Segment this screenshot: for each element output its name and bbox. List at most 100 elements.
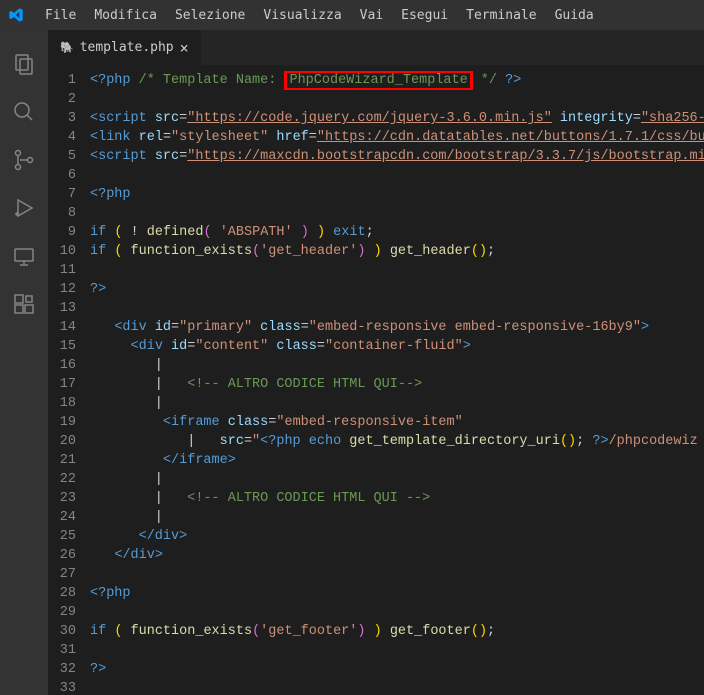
line-content[interactable]: <script src="https://maxcdn.bootstrapcdn… xyxy=(90,147,704,166)
code-line[interactable]: 28<?php xyxy=(48,584,704,603)
code-line[interactable]: 17 | <!-- ALTRO CODICE HTML QUI--> xyxy=(48,375,704,394)
line-content[interactable]: <link rel="stylesheet" href="https://cdn… xyxy=(90,128,704,147)
line-content[interactable]: | xyxy=(90,470,704,489)
line-content[interactable]: if ( function_exists('get_header') ) get… xyxy=(90,242,704,261)
php-file-icon: 🐘 xyxy=(60,41,74,54)
code-editor[interactable]: 1<?php /* Template Name: PhpCodeWizard_T… xyxy=(48,65,704,695)
code-line[interactable]: 7<?php xyxy=(48,185,704,204)
line-content[interactable]: <iframe class="embed-responsive-item" xyxy=(90,413,704,432)
search-icon[interactable] xyxy=(0,88,48,136)
line-number: 9 xyxy=(48,223,90,242)
line-content[interactable]: ?> xyxy=(90,660,704,679)
line-number: 25 xyxy=(48,527,90,546)
line-content[interactable]: | <!-- ALTRO CODICE HTML QUI--> xyxy=(90,375,704,394)
code-line[interactable]: 12?> xyxy=(48,280,704,299)
line-number: 24 xyxy=(48,508,90,527)
menu-guida[interactable]: Guida xyxy=(546,0,603,30)
line-content[interactable] xyxy=(90,299,704,318)
line-content[interactable] xyxy=(90,679,704,695)
line-content[interactable]: | xyxy=(90,356,704,375)
tab-label: template.php xyxy=(80,40,174,55)
code-line[interactable]: 20 | src="<?php echo get_template_direct… xyxy=(48,432,704,451)
code-line[interactable]: 33 xyxy=(48,679,704,695)
line-number: 14 xyxy=(48,318,90,337)
remote-icon[interactable] xyxy=(0,232,48,280)
code-line[interactable]: 32?> xyxy=(48,660,704,679)
code-line[interactable]: 19 <iframe class="embed-responsive-item" xyxy=(48,413,704,432)
code-line[interactable]: 14 <div id="primary" class="embed-respon… xyxy=(48,318,704,337)
code-line[interactable]: 4<link rel="stylesheet" href="https://cd… xyxy=(48,128,704,147)
line-number: 13 xyxy=(48,299,90,318)
line-content[interactable] xyxy=(90,565,704,584)
line-number: 6 xyxy=(48,166,90,185)
code-line[interactable]: 25 </div> xyxy=(48,527,704,546)
run-debug-icon[interactable] xyxy=(0,184,48,232)
code-line[interactable]: 16 | xyxy=(48,356,704,375)
line-number: 17 xyxy=(48,375,90,394)
line-content[interactable]: <?php /* Template Name: PhpCodeWizard_Te… xyxy=(90,71,704,90)
code-line[interactable]: 26 </div> xyxy=(48,546,704,565)
code-line[interactable]: 11 xyxy=(48,261,704,280)
line-content[interactable]: <?php xyxy=(90,584,704,603)
code-line[interactable]: 27 xyxy=(48,565,704,584)
code-line[interactable]: 8 xyxy=(48,204,704,223)
code-line[interactable]: 13 xyxy=(48,299,704,318)
line-number: 32 xyxy=(48,660,90,679)
menu-file[interactable]: File xyxy=(36,0,85,30)
line-content[interactable]: | xyxy=(90,394,704,413)
line-content[interactable] xyxy=(90,90,704,109)
menu-esegui[interactable]: Esegui xyxy=(392,0,457,30)
code-line[interactable]: 22 | xyxy=(48,470,704,489)
line-content[interactable] xyxy=(90,204,704,223)
line-content[interactable]: </iframe> xyxy=(90,451,704,470)
line-content[interactable]: | <!-- ALTRO CODICE HTML QUI --> xyxy=(90,489,704,508)
line-number: 33 xyxy=(48,679,90,695)
editor-pane: 🐘 template.php × 1<?php /* Template Name… xyxy=(48,30,704,695)
code-line[interactable]: 1<?php /* Template Name: PhpCodeWizard_T… xyxy=(48,71,704,90)
code-line[interactable]: 30if ( function_exists('get_footer') ) g… xyxy=(48,622,704,641)
line-content[interactable]: | xyxy=(90,508,704,527)
line-number: 30 xyxy=(48,622,90,641)
close-icon[interactable]: × xyxy=(180,39,189,57)
line-content[interactable]: if ( ! defined( 'ABSPATH' ) ) exit; xyxy=(90,223,704,242)
code-line[interactable]: 15 <div id="content" class="container-fl… xyxy=(48,337,704,356)
code-line[interactable]: 2 xyxy=(48,90,704,109)
line-content[interactable]: </div> xyxy=(90,527,704,546)
code-line[interactable]: 6 xyxy=(48,166,704,185)
menu-vai[interactable]: Vai xyxy=(351,0,392,30)
line-content[interactable]: <div id="primary" class="embed-responsiv… xyxy=(90,318,704,337)
line-number: 5 xyxy=(48,147,90,166)
line-content[interactable]: <div id="content" class="container-fluid… xyxy=(90,337,704,356)
menu-visualizza[interactable]: Visualizza xyxy=(254,0,350,30)
tab-bar: 🐘 template.php × xyxy=(48,30,704,65)
tab-template-php[interactable]: 🐘 template.php × xyxy=(48,30,201,65)
source-control-icon[interactable] xyxy=(0,136,48,184)
code-line[interactable]: 10if ( function_exists('get_header') ) g… xyxy=(48,242,704,261)
menu-modifica[interactable]: Modifica xyxy=(85,0,166,30)
code-line[interactable]: 24 | xyxy=(48,508,704,527)
code-line[interactable]: 29 xyxy=(48,603,704,622)
code-line[interactable]: 5<script src="https://maxcdn.bootstrapcd… xyxy=(48,147,704,166)
line-content[interactable]: | src="<?php echo get_template_directory… xyxy=(90,432,704,451)
menu-terminale[interactable]: Terminale xyxy=(457,0,545,30)
menu-selezione[interactable]: Selezione xyxy=(166,0,254,30)
code-line[interactable]: 23 | <!-- ALTRO CODICE HTML QUI --> xyxy=(48,489,704,508)
explorer-icon[interactable] xyxy=(0,40,48,88)
code-line[interactable]: 3<script src="https://code.jquery.com/jq… xyxy=(48,109,704,128)
line-content[interactable] xyxy=(90,166,704,185)
code-line[interactable]: 21 </iframe> xyxy=(48,451,704,470)
line-content[interactable] xyxy=(90,603,704,622)
extensions-icon[interactable] xyxy=(0,280,48,328)
line-content[interactable]: <script src="https://code.jquery.com/jqu… xyxy=(90,109,704,128)
code-line[interactable]: 18 | xyxy=(48,394,704,413)
line-content[interactable] xyxy=(90,641,704,660)
line-content[interactable]: if ( function_exists('get_footer') ) get… xyxy=(90,622,704,641)
line-content[interactable]: <?php xyxy=(90,185,704,204)
line-content[interactable]: </div> xyxy=(90,546,704,565)
line-content[interactable]: ?> xyxy=(90,280,704,299)
main-area: 🐘 template.php × 1<?php /* Template Name… xyxy=(0,30,704,695)
code-line[interactable]: 31 xyxy=(48,641,704,660)
line-content[interactable] xyxy=(90,261,704,280)
line-number: 12 xyxy=(48,280,90,299)
code-line[interactable]: 9if ( ! defined( 'ABSPATH' ) ) exit; xyxy=(48,223,704,242)
